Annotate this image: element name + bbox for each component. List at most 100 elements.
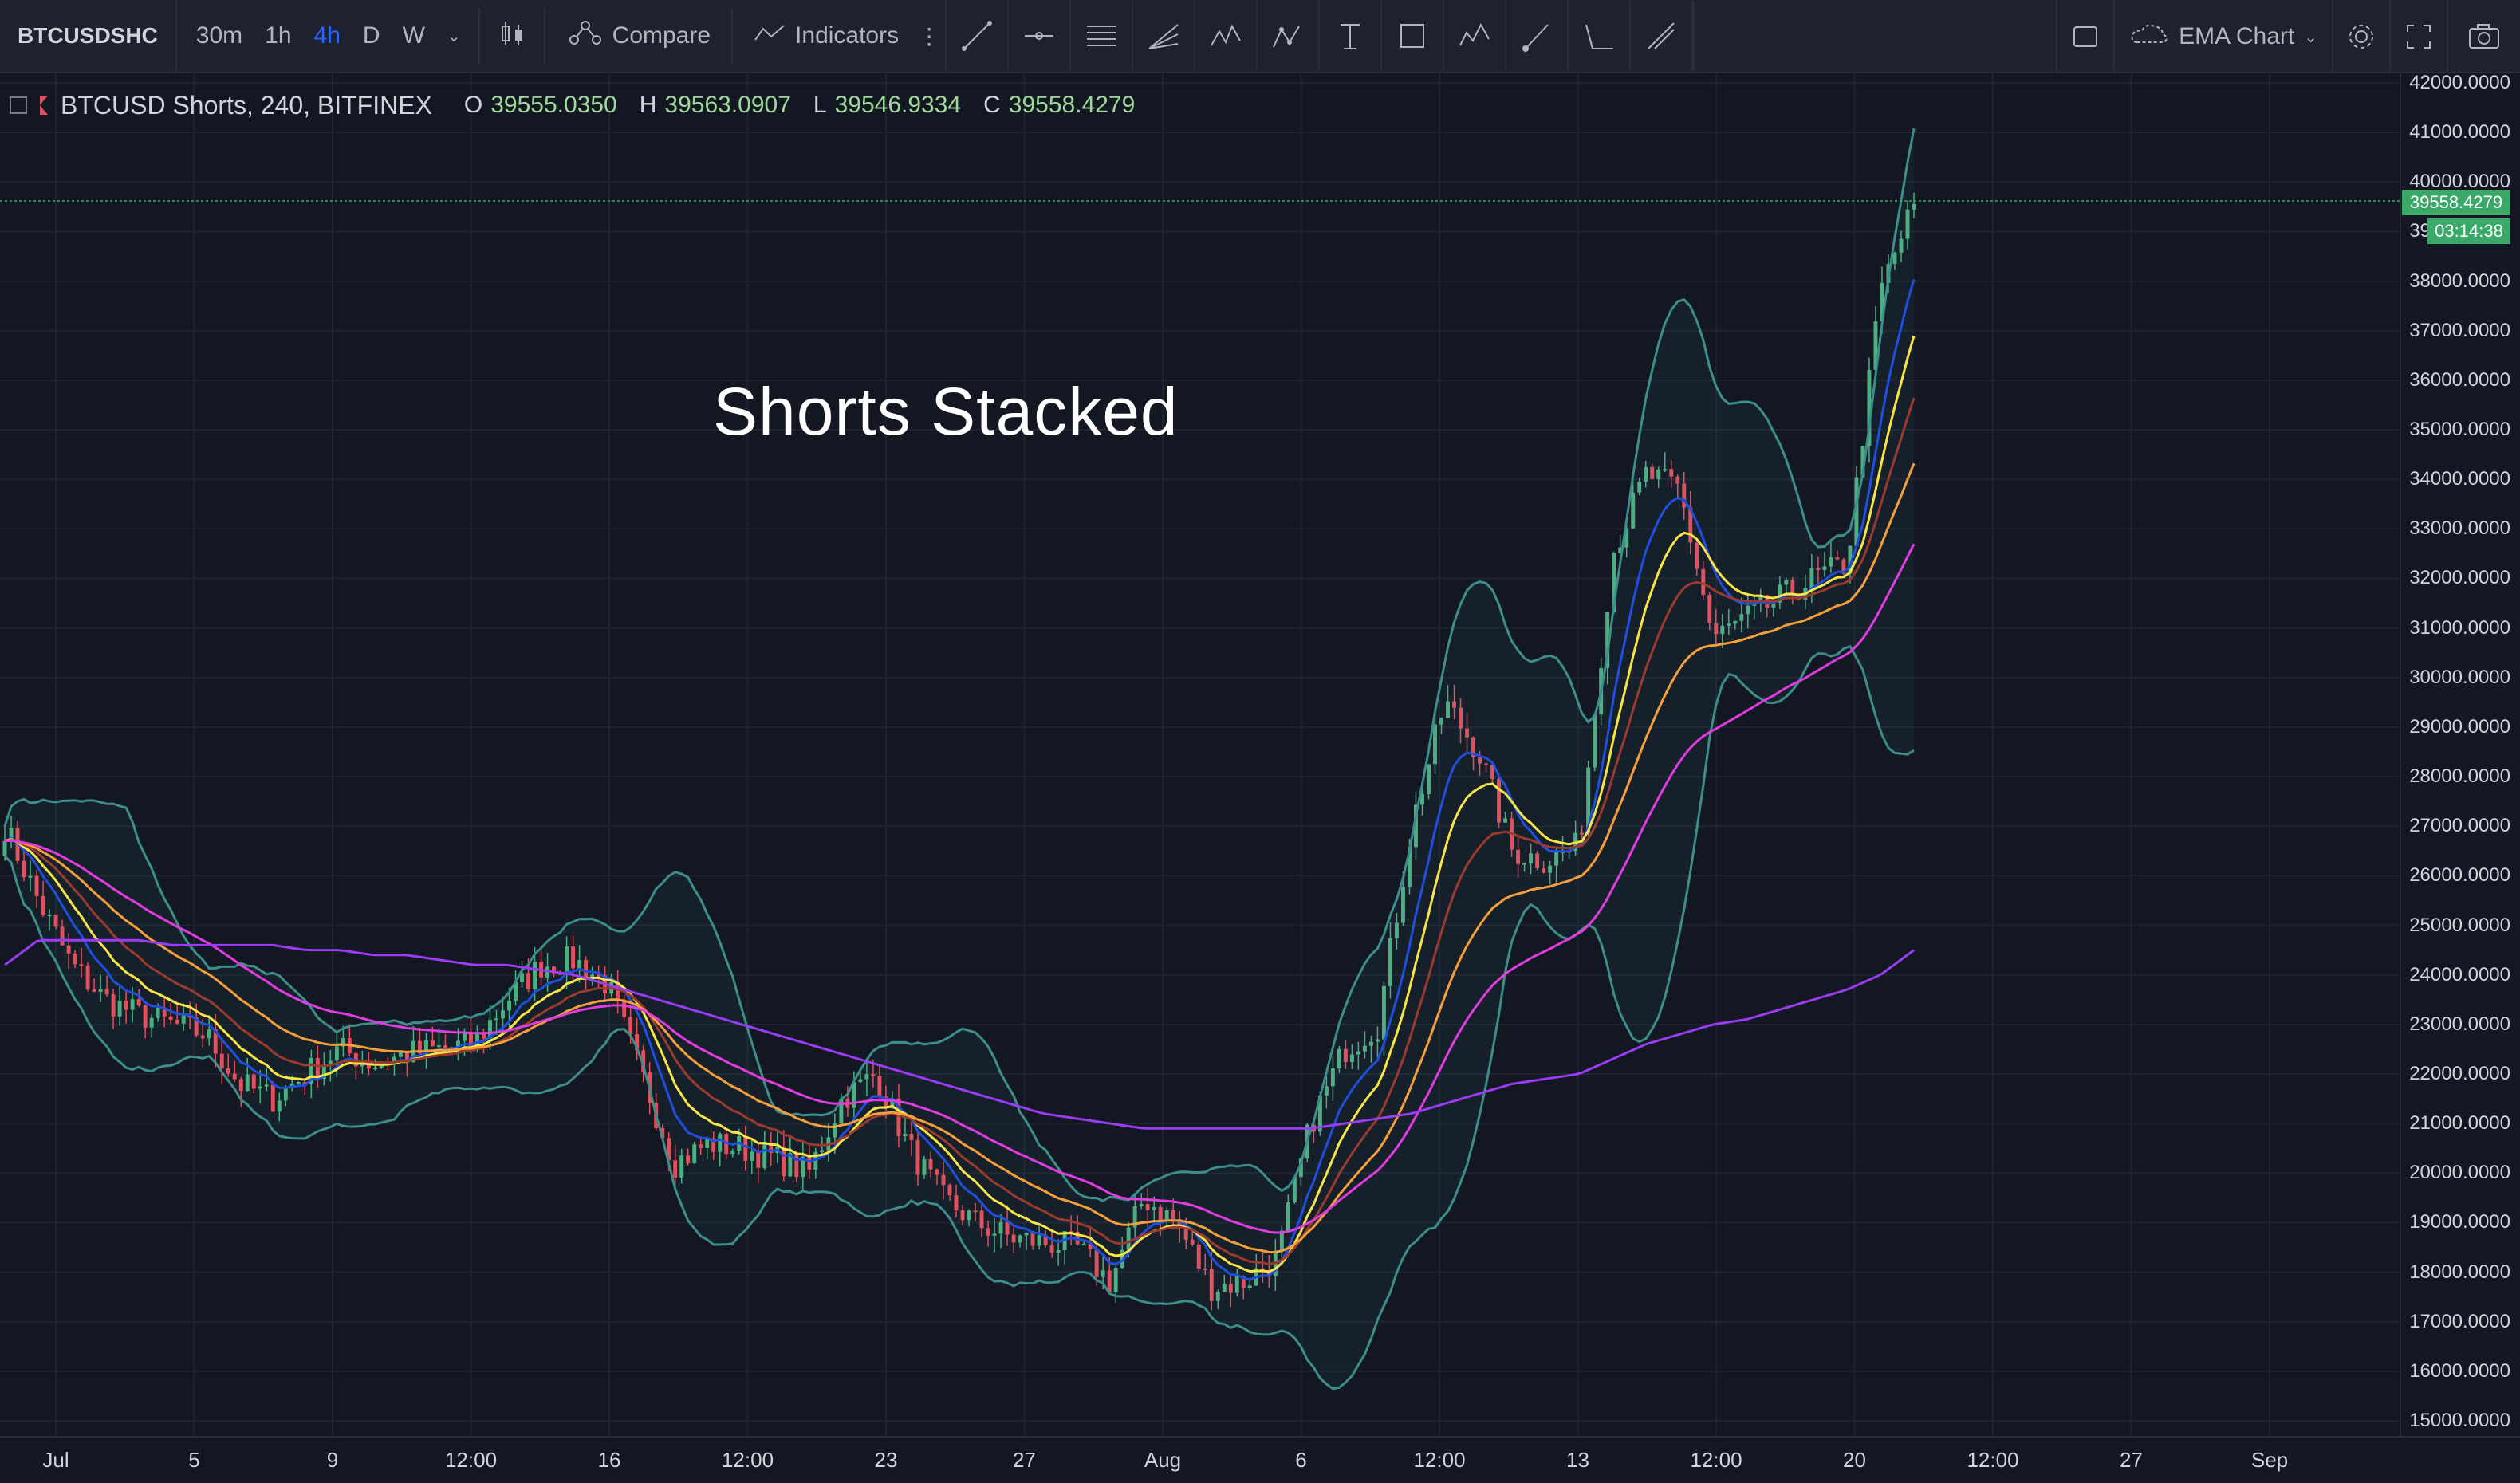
candle-body [1554, 852, 1559, 866]
pattern-icon[interactable] [1195, 1, 1258, 71]
candle-body [1005, 1221, 1010, 1235]
bollinger-fill [5, 128, 1914, 1389]
candle-body [156, 1007, 160, 1018]
candle-body [1478, 757, 1482, 764]
candle-body [1247, 1285, 1252, 1288]
candle-body [679, 1155, 684, 1178]
candle-body [1171, 1210, 1175, 1220]
camera-icon[interactable] [2447, 0, 2520, 73]
price-tick-label: 23000.0000 [2409, 1013, 2510, 1035]
candle-body [1286, 1202, 1290, 1231]
candle-body [238, 1079, 243, 1092]
candle-body [1446, 701, 1450, 718]
interval-1h[interactable]: 1h [254, 22, 302, 49]
interval-dropdown-chevron-icon[interactable]: ⌄ [436, 26, 472, 46]
candle-body [992, 1233, 997, 1236]
candle-body [1593, 714, 1597, 768]
candle-body [372, 1067, 377, 1069]
settings-gear-icon[interactable] [2332, 0, 2389, 73]
candle-body [436, 1045, 441, 1048]
candle-body [730, 1151, 735, 1155]
indicators-button[interactable]: Indicators [739, 21, 913, 51]
parallel-channel-icon[interactable] [1071, 1, 1134, 71]
horizontal-line-icon[interactable] [1009, 1, 1072, 71]
price-tick-label: 22000.0000 [2409, 1062, 2510, 1084]
candle-style-icon[interactable] [486, 18, 537, 54]
candle-body [334, 1046, 339, 1061]
rectangle-icon[interactable] [1382, 1, 1445, 71]
candle-body [877, 1076, 882, 1097]
candle-body [1030, 1233, 1035, 1246]
ruler-icon[interactable] [1631, 1, 1694, 71]
candle-body [1381, 985, 1386, 1040]
candle-body [53, 915, 58, 927]
candle-body [928, 1158, 933, 1170]
candle-body [270, 1084, 275, 1112]
candle-body [1548, 865, 1553, 873]
bar-countdown-tag: 03:14:38 [2427, 218, 2510, 244]
legend-open-value: 39555.0350 [490, 92, 617, 118]
collapse-icon[interactable] [10, 96, 27, 114]
layout-label: EMA Chart [2179, 23, 2295, 49]
candle-body [1081, 1244, 1086, 1246]
candle-body [60, 926, 65, 946]
fullscreen-icon[interactable] [2389, 0, 2447, 73]
candle-body [47, 915, 52, 917]
candle-body [2, 840, 7, 856]
interval-d[interactable]: D [352, 22, 392, 49]
flag-icon[interactable] [40, 96, 48, 115]
price-tick-label: 20000.0000 [2409, 1162, 2510, 1184]
price-tick-label: 19000.0000 [2409, 1211, 2510, 1233]
candle-body [200, 1035, 205, 1039]
compare-button[interactable]: Compare [552, 19, 725, 53]
layout-menu-button[interactable]: EMA Chart ⌄ [2113, 0, 2332, 73]
elliott-wave-icon[interactable] [1444, 1, 1507, 71]
candle-body [1809, 568, 1814, 588]
chart-annotation-text[interactable]: Shorts Stacked [713, 373, 1179, 450]
interval-30m[interactable]: 30m [185, 22, 254, 49]
price-tick-label: 16000.0000 [2409, 1359, 2510, 1382]
interval-4h[interactable]: 4h [303, 22, 352, 49]
candle-body [1835, 557, 1840, 560]
candle-body [1400, 887, 1405, 923]
candle-body [117, 1000, 122, 1017]
candle-body [277, 1100, 282, 1112]
time-tick-label: 16 [597, 1448, 621, 1472]
price-chart[interactable] [0, 73, 2520, 1483]
trend-line-icon[interactable] [947, 1, 1010, 71]
price-tick-label: 35000.0000 [2409, 419, 2510, 441]
angle-icon[interactable] [1569, 1, 1632, 71]
candle-body [181, 1015, 186, 1024]
brush-icon[interactable] [1506, 1, 1569, 71]
candle-body [1139, 1204, 1144, 1206]
candle-body [1522, 863, 1527, 865]
candle-body [1056, 1250, 1061, 1253]
bollinger-band-fill [5, 128, 1914, 1389]
candle-body [245, 1074, 250, 1092]
candle-body [941, 1174, 946, 1186]
candle-body [1516, 849, 1521, 864]
legend-title[interactable]: BTCUSD Shorts, 240, BITFINEX [61, 91, 432, 120]
interval-w[interactable]: W [392, 22, 436, 49]
text-tool-icon[interactable] [1320, 1, 1383, 71]
time-tick-label: 23 [874, 1448, 898, 1472]
price-tick-label: 33000.0000 [2409, 517, 2510, 540]
candle-body [1644, 466, 1648, 482]
candle-body [986, 1228, 990, 1236]
candle-body [1637, 482, 1642, 493]
candle-body [1905, 209, 1910, 239]
abcd-pattern-icon[interactable] [1258, 1, 1321, 71]
candle-body [1356, 1051, 1360, 1055]
candle-body [1829, 557, 1833, 567]
candle-body [628, 1017, 633, 1035]
symbol-search[interactable]: BTCUSDSHC [0, 0, 177, 73]
candle-body [1427, 764, 1431, 794]
candle-body [1452, 701, 1456, 708]
candle-body [686, 1155, 691, 1163]
fib-fan-icon[interactable] [1133, 1, 1196, 71]
drag-handle-icon[interactable]: ⋮ [913, 23, 945, 49]
legend-high-key: H [639, 92, 657, 118]
fullscreen-box-icon[interactable] [2056, 0, 2113, 73]
candle-body [1024, 1233, 1029, 1236]
candle-body [1164, 1210, 1169, 1221]
